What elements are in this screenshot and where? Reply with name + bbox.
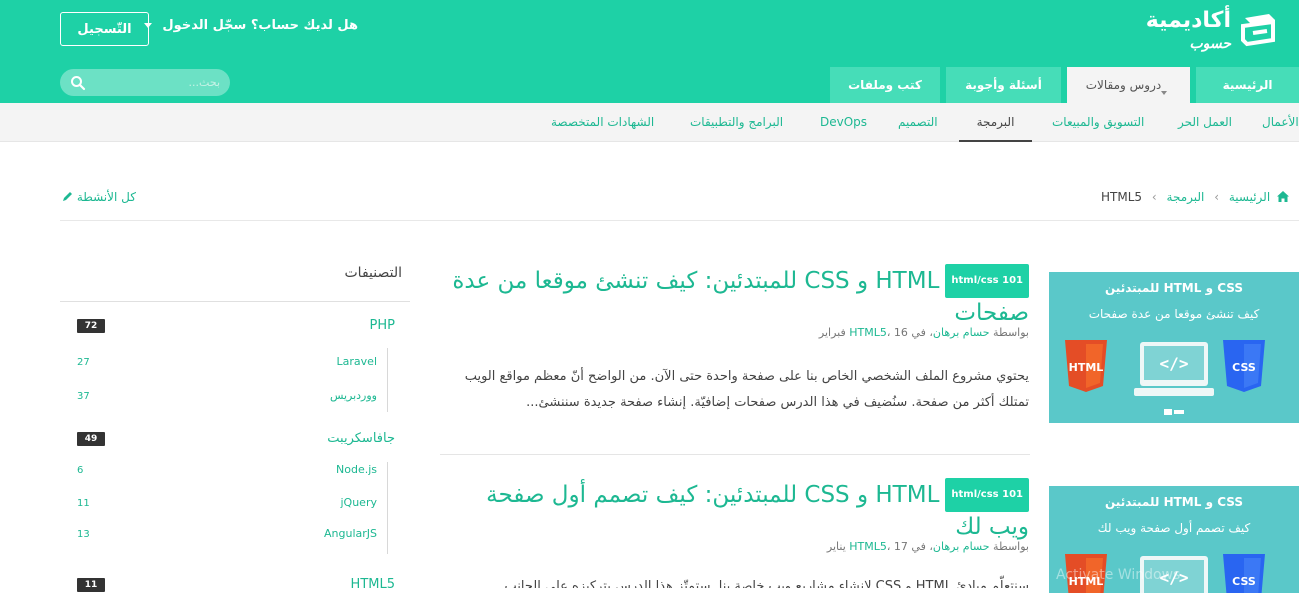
all-activity-link[interactable]: كل الأنشطة bbox=[60, 190, 136, 204]
svg-text:</>: </> bbox=[1160, 354, 1189, 373]
thumb-title: CSS و HTML للمبتدئين bbox=[1105, 495, 1243, 509]
top-header: أكاديمية حسوب هل لديك حساب؟ سجّل الدخول … bbox=[0, 0, 1299, 103]
series-tag[interactable]: html/css 101 bbox=[945, 264, 1029, 298]
site-logo[interactable]: أكاديمية حسوب bbox=[1145, 8, 1289, 56]
tab-home[interactable]: الرئيسية bbox=[1196, 67, 1299, 103]
author-link[interactable]: حسام برهان bbox=[933, 326, 990, 339]
tab-questions[interactable]: أسئلة وأجوبة bbox=[946, 67, 1061, 103]
divider bbox=[440, 454, 1030, 455]
divider bbox=[60, 220, 1299, 221]
category-item-angularjs[interactable]: AngularJS 13 bbox=[60, 527, 395, 547]
category-item-wordpress[interactable]: ووردبريس 37 bbox=[60, 389, 395, 409]
category-item-laravel[interactable]: Laravel 27 bbox=[60, 355, 395, 375]
login-label: هل لديك حساب؟ سجّل الدخول bbox=[162, 18, 358, 33]
category-item-php[interactable]: PHP 72 bbox=[60, 318, 395, 338]
svg-text:HTML: HTML bbox=[1069, 361, 1104, 374]
svg-text:CSS: CSS bbox=[1232, 361, 1256, 374]
logo-icon bbox=[1241, 14, 1275, 47]
item-count: 37 bbox=[77, 391, 90, 402]
logo-name: أكاديمية bbox=[1145, 8, 1231, 33]
category-link[interactable]: HTML5 bbox=[849, 540, 887, 553]
category-item-jquery[interactable]: jQuery 11 bbox=[60, 496, 395, 516]
count-badge: 72 bbox=[77, 319, 105, 333]
thumb-subtitle: كيف تصمم أول صفحة ويب لك bbox=[1097, 521, 1251, 535]
category-item-javascript[interactable]: جافاسكريبت 49 bbox=[60, 431, 395, 451]
login-dropdown[interactable]: هل لديك حساب؟ سجّل الدخول bbox=[143, 18, 358, 33]
breadcrumb-separator: › bbox=[1214, 190, 1219, 204]
thumb-subtitle: كيف تنشئ موقعا من عدة صفحات bbox=[1088, 307, 1260, 321]
css3-shield-icon: CSS bbox=[1223, 340, 1265, 392]
item-count: 13 bbox=[77, 529, 90, 540]
divider bbox=[60, 301, 410, 302]
article-excerpt: سنتعلّم مبادئ HTML و CSS لإنشاء مشاريع و… bbox=[504, 579, 1029, 588]
subnav-software[interactable]: البرامج والتطبيقات bbox=[690, 103, 783, 142]
pencil-icon bbox=[63, 192, 72, 201]
thumb-title: CSS و HTML للمبتدئين bbox=[1105, 281, 1243, 295]
subnav-programming[interactable]: البرمجة bbox=[959, 103, 1032, 142]
svg-text:CSS: CSS bbox=[1232, 575, 1256, 588]
article-thumbnail[interactable]: CSS و HTML للمبتدئين كيف تنشئ موقعا من ع… bbox=[1049, 272, 1299, 423]
item-count: 11 bbox=[77, 498, 90, 509]
tab-articles[interactable]: دروس ومقالات bbox=[1067, 67, 1190, 103]
search-input[interactable] bbox=[100, 73, 220, 92]
breadcrumb-separator: › bbox=[1151, 190, 1157, 204]
breadcrumb-current: HTML5 bbox=[1101, 190, 1143, 204]
subnav-business[interactable]: الأعمال bbox=[1262, 103, 1299, 142]
css3-shield-icon: CSS bbox=[1223, 554, 1265, 593]
count-badge: 49 bbox=[77, 432, 105, 446]
count-badge: 11 bbox=[77, 578, 105, 592]
item-count: 6 bbox=[77, 465, 84, 476]
caret-icon bbox=[1161, 91, 1168, 95]
category-link[interactable]: HTML5 bbox=[849, 326, 887, 339]
article-title[interactable]: html/css 101HTML و CSS للمبتدئين: كيف تص… bbox=[439, 478, 1029, 542]
subnav-design[interactable]: التصميم bbox=[898, 103, 938, 142]
search-icon[interactable] bbox=[70, 75, 86, 91]
category-nav: الأعمال العمل الحر التسويق والمبيعات الب… bbox=[0, 103, 1299, 142]
subnav-marketing[interactable]: التسويق والمبيعات bbox=[1052, 103, 1144, 142]
signup-button[interactable]: التّسجيل bbox=[60, 12, 149, 46]
search-box bbox=[60, 69, 230, 96]
tab-books[interactable]: كتب وملفات bbox=[830, 67, 940, 103]
article-meta: بواسطة حسام برهان، في HTML5، 17 يناير bbox=[826, 540, 1029, 553]
logo-subname: حسوب bbox=[1189, 36, 1231, 52]
html5-shield-icon: HTML bbox=[1065, 340, 1107, 392]
breadcrumb-programming[interactable]: البرمجة bbox=[1167, 190, 1205, 204]
author-link[interactable]: حسام برهان bbox=[933, 540, 990, 553]
os-watermark: Activate Windows bbox=[1056, 567, 1181, 583]
code-monitor-icon: </> bbox=[1134, 342, 1214, 396]
subnav-devops[interactable]: DevOps bbox=[820, 103, 867, 142]
item-count: 27 bbox=[77, 357, 90, 368]
breadcrumb: الرئيسية › البرمجة › HTML5 bbox=[1101, 190, 1289, 204]
article-title[interactable]: html/css 101HTML و CSS للمبتدئين: كيف تن… bbox=[439, 264, 1029, 328]
series-tag[interactable]: html/css 101 bbox=[945, 478, 1029, 512]
categories-title: التصنيفات bbox=[344, 265, 403, 281]
breadcrumb-home[interactable]: الرئيسية bbox=[1229, 190, 1270, 204]
brand-mark-icon bbox=[1164, 409, 1184, 415]
subnav-certifications[interactable]: الشهادات المتخصصة bbox=[551, 103, 654, 142]
main-tabs: الرئيسية دروس ومقالات أسئلة وأجوبة كتب و… bbox=[824, 67, 1299, 103]
subnav-freelance[interactable]: العمل الحر bbox=[1178, 103, 1232, 142]
article-meta: بواسطة حسام برهان، في HTML5، 16 فبراير bbox=[818, 326, 1029, 339]
home-icon bbox=[1277, 191, 1289, 202]
article-excerpt: يحتوي مشروع الملف الشخصي الخاص بنا على ص… bbox=[464, 369, 1029, 410]
category-item-nodejs[interactable]: Node.js 6 bbox=[60, 463, 395, 483]
category-item-html5[interactable]: HTML5 11 bbox=[60, 577, 395, 593]
